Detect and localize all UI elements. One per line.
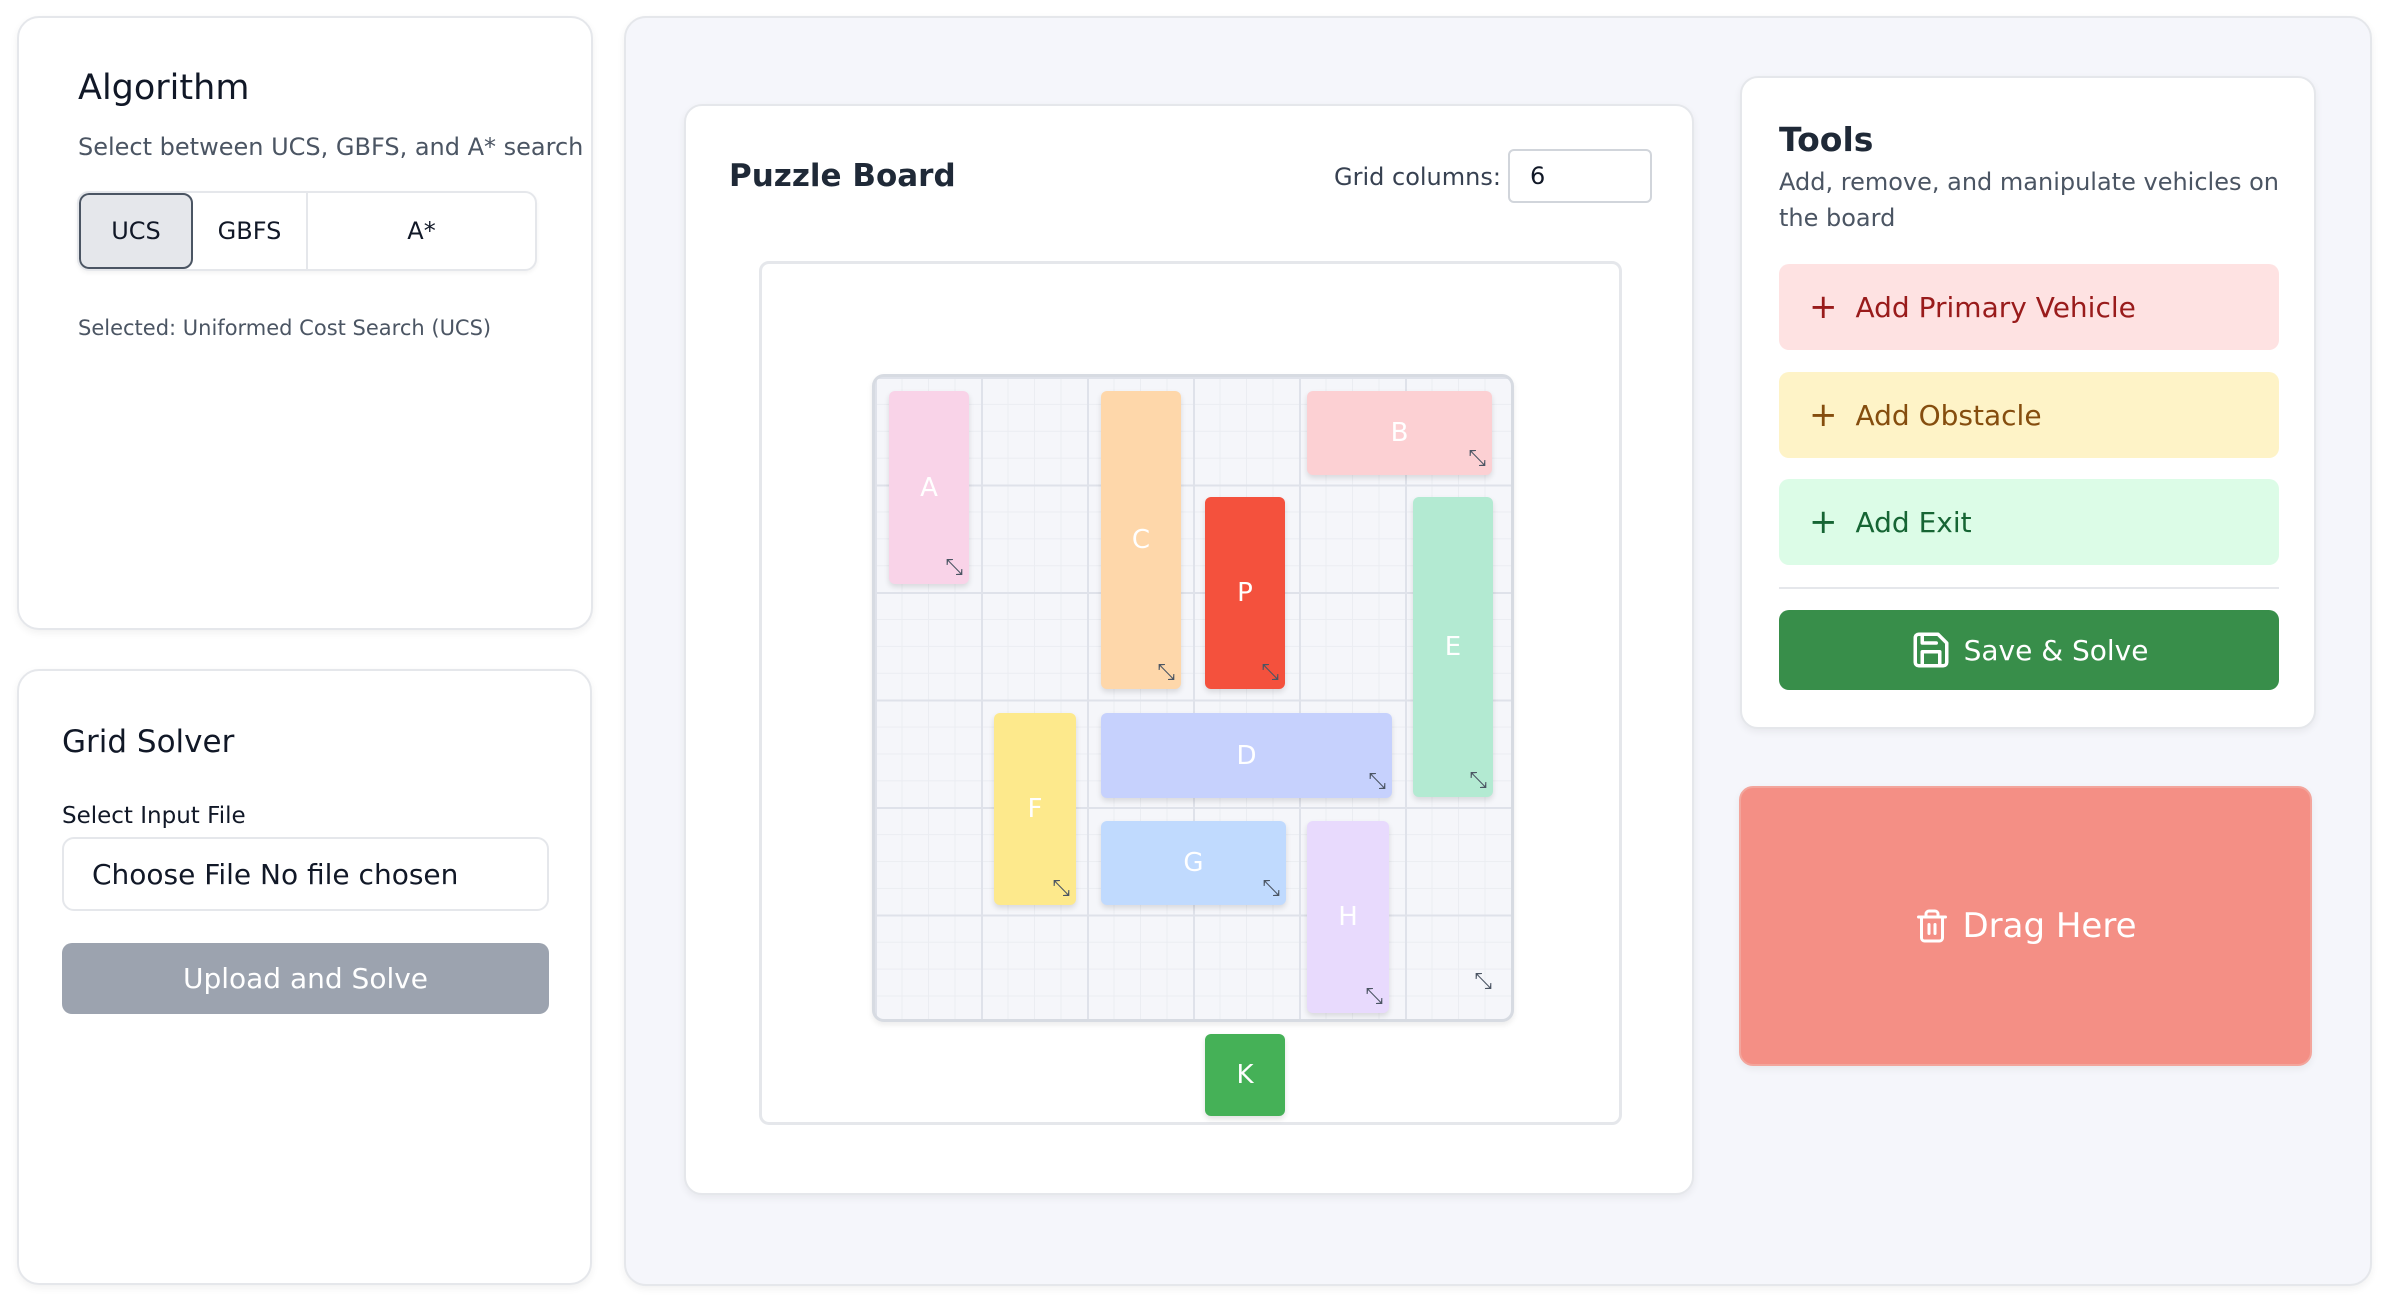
- drag-here-label: Drag Here: [1962, 906, 2137, 946]
- vehicle-a[interactable]: A ⤡: [889, 391, 969, 584]
- vehicle-c[interactable]: C ⤡: [1101, 391, 1181, 689]
- save-icon: [1913, 632, 1949, 668]
- empty-cell-resize-handle[interactable]: ⤡: [1462, 964, 1492, 994]
- tools-subtitle: Add, remove, and manipulate vehicles on …: [1779, 168, 2279, 232]
- grid-solver-card: Grid Solver Select Input File Choose Fil…: [17, 669, 592, 1285]
- vehicle-f-label: F: [1027, 794, 1043, 824]
- board-arena: A ⤡ B ⤡ C ⤡ P ⤡ E ⤡ D ⤡ F ⤡ G ⤡ H ⤡ ⤡ K: [759, 261, 1622, 1125]
- add-primary-vehicle-label: Add Primary Vehicle: [1855, 290, 2136, 324]
- puzzle-board-title: Puzzle Board: [729, 158, 956, 194]
- vehicle-e-label: E: [1444, 632, 1462, 662]
- add-obstacle-label: Add Obstacle: [1855, 398, 2042, 432]
- vehicle-d[interactable]: D ⤡: [1101, 713, 1392, 798]
- grid-columns-label: Grid columns:: [1334, 163, 1501, 191]
- vehicle-d-label: D: [1236, 740, 1257, 771]
- algorithm-card: Algorithm Select between UCS, GBFS, and …: [17, 16, 593, 630]
- grid-solver-title: Grid Solver: [62, 724, 235, 760]
- vehicle-b[interactable]: B ⤡: [1307, 391, 1492, 475]
- selected-algorithm-text: Selected: Uniformed Cost Search (UCS): [78, 316, 492, 340]
- add-obstacle-button[interactable]: + Add Obstacle: [1779, 372, 2279, 458]
- plus-icon: +: [1809, 502, 1838, 542]
- tools-title: Tools: [1779, 120, 1874, 159]
- algo-option-ucs[interactable]: UCS: [79, 193, 193, 269]
- algo-option-astar[interactable]: A*: [308, 193, 535, 269]
- vehicle-h-label: H: [1338, 902, 1358, 932]
- exit-k-label: K: [1236, 1060, 1254, 1090]
- resize-handle-icon[interactable]: ⤡: [1474, 969, 1492, 994]
- vehicle-g[interactable]: G ⤡: [1101, 821, 1286, 905]
- vehicle-b-label: B: [1390, 418, 1409, 448]
- file-input[interactable]: Choose File No file chosen: [62, 837, 549, 911]
- resize-handle-icon[interactable]: ⤡: [1365, 984, 1383, 1009]
- tools-card: Tools Add, remove, and manipulate vehicl…: [1740, 76, 2316, 729]
- resize-handle-icon[interactable]: ⤡: [1157, 660, 1175, 685]
- resize-handle-icon[interactable]: ⤡: [1469, 768, 1487, 793]
- save-solve-button[interactable]: Save & Solve: [1779, 610, 2279, 690]
- vehicle-c-label: C: [1131, 525, 1151, 555]
- plus-icon: +: [1809, 287, 1838, 327]
- resize-handle-icon[interactable]: ⤡: [945, 555, 963, 580]
- resize-handle-icon[interactable]: ⤡: [1368, 769, 1386, 794]
- resize-handle-icon[interactable]: ⤡: [1262, 876, 1280, 901]
- vehicle-p-label: P: [1237, 578, 1253, 608]
- save-solve-label: Save & Solve: [1963, 633, 2149, 667]
- resize-handle-icon[interactable]: ⤡: [1468, 446, 1486, 471]
- add-primary-vehicle-button[interactable]: + Add Primary Vehicle: [1779, 264, 2279, 350]
- puzzle-board-card: Puzzle Board Grid columns: 6 A ⤡ B ⤡ C ⤡…: [684, 104, 1694, 1195]
- trash-icon: [1917, 909, 1948, 943]
- tools-divider: [1779, 587, 2279, 589]
- algorithm-selector: UCS GBFS A*: [77, 191, 537, 271]
- resize-handle-icon[interactable]: ⤡: [1052, 876, 1070, 901]
- vehicle-p[interactable]: P ⤡: [1205, 497, 1285, 689]
- vehicle-a-label: A: [920, 472, 938, 503]
- resize-handle-icon[interactable]: ⤡: [1261, 660, 1279, 685]
- vehicle-e[interactable]: E ⤡: [1413, 497, 1493, 797]
- drag-trash-zone[interactable]: Drag Here: [1739, 786, 2312, 1066]
- algo-option-gbfs[interactable]: GBFS: [193, 193, 308, 269]
- algorithm-title: Algorithm: [78, 68, 250, 108]
- grid-columns-input[interactable]: 6: [1508, 149, 1652, 203]
- upload-solve-button[interactable]: Upload and Solve: [62, 943, 549, 1014]
- vehicle-g-label: G: [1183, 848, 1204, 878]
- vehicle-h[interactable]: H ⤡: [1307, 821, 1389, 1013]
- add-exit-button[interactable]: + Add Exit: [1779, 479, 2279, 565]
- vehicle-f[interactable]: F ⤡: [994, 713, 1076, 905]
- input-file-label: Select Input File: [62, 803, 246, 829]
- add-exit-label: Add Exit: [1855, 505, 1972, 539]
- plus-icon: +: [1809, 395, 1838, 435]
- exit-k[interactable]: K: [1205, 1034, 1285, 1116]
- algorithm-subtitle: Select between UCS, GBFS, and A* search: [78, 133, 584, 161]
